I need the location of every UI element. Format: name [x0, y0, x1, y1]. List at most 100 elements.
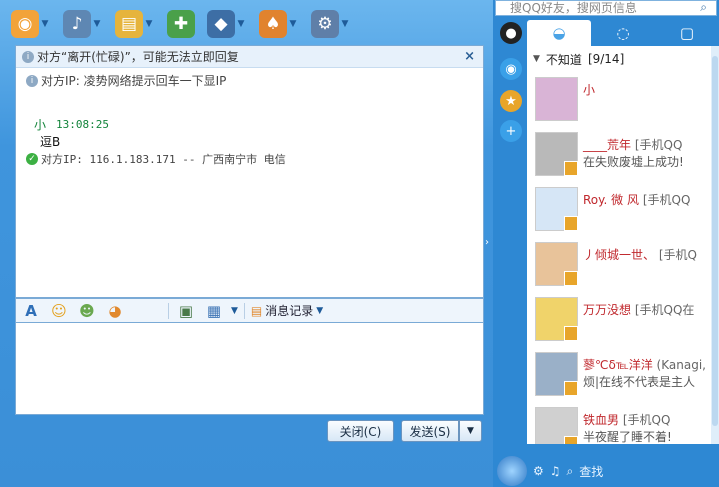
settings-icon: ⚙ [311, 10, 339, 38]
find-button[interactable]: 查找 [579, 463, 603, 480]
list-item[interactable]: ____荒年 [手机QQ 在失败废墟上成功! [527, 127, 711, 182]
message-input[interactable] [15, 322, 484, 415]
search-icon[interactable]: ⌕ [567, 464, 574, 479]
friend-signature: 烦|在线不代表是主人 [583, 375, 696, 389]
ip-result-text: 对方IP: 116.1.183.171 -- 广西南宁市 电信 [41, 153, 286, 166]
contact-list[interactable]: ▼ 不知道 [9/14] 小 ____荒年 [手机QQ 在失败废墟上成功! Ro… [527, 46, 711, 444]
chat-window: ◉ ▼ ♪ ▼ ▤ ▼ ✚ ◆ ▼ ♠ ▼ ⚙ ▼ i 对方“离开(忙碌)”，可能无法立即回… [0, 0, 493, 487]
font-icon[interactable]: A [20, 302, 42, 320]
magic-emoji-icon[interactable]: ☻ [76, 302, 98, 320]
add-icon[interactable]: + [500, 120, 522, 142]
search-icon[interactable]: ⌕ [700, 0, 707, 15]
chevron-down-icon[interactable]: ▼ [91, 19, 103, 29]
tab-recent[interactable]: ▢ [655, 20, 719, 46]
list-item[interactable]: 铁血男 [手机QQ 半夜醒了睡不着! [527, 402, 711, 444]
create-doc-button[interactable]: ✚ [164, 8, 198, 40]
message-body: 逗B [40, 135, 61, 149]
expand-panel-icon[interactable]: › [485, 237, 489, 248]
chevron-down-icon[interactable]: ▼ [235, 19, 247, 29]
chevron-down-icon: ▼ [316, 305, 324, 316]
teacher-icon: ◆ [207, 10, 235, 38]
webcam-button[interactable]: ◉ ▼ [8, 8, 54, 40]
group-count: [9/14] [587, 52, 625, 66]
list-item[interactable]: 蓼℃δ℡洋洋 (Kanagi, 烦|在线不代表是主人 [527, 347, 711, 402]
friend-nick: Roy. 微 风 [583, 193, 639, 207]
emoji-icon[interactable]: ☺ [48, 302, 70, 320]
friend-nick: 铁血男 [583, 413, 620, 427]
info-icon: i [22, 50, 34, 63]
send-button[interactable]: 发送(S) [401, 420, 459, 442]
chat-icon[interactable]: ◉ [500, 58, 522, 80]
friend-source: [手机QQ在 [634, 303, 695, 317]
microphone-icon: ♪ [63, 10, 91, 38]
search-input[interactable]: 搜QQ好友，搜网页信息 [495, 0, 717, 16]
mobile-badge-icon [564, 161, 578, 176]
chevron-down-icon[interactable]: ▼ [39, 19, 51, 29]
avatar [535, 407, 578, 444]
message-history[interactable]: i 对方“离开(忙碌)”，可能无法立即回复 × i 对方IP: 凌势网络提示回车… [15, 45, 484, 298]
history-label: 消息记录 [265, 304, 314, 318]
list-item[interactable]: 丿倾城一世、 [手机Q [527, 237, 711, 292]
friend-source: [手机Q [658, 248, 697, 262]
friend-name: 蓼℃δ℡洋洋 (Kanagi, [583, 356, 706, 373]
list-item[interactable]: 万万没想 [手机QQ在 [527, 292, 711, 347]
ip-hint-text: 对方IP: 凌势网络提示回车一下显IP [41, 74, 227, 88]
qq-main-panel: 搜QQ好友，搜网页信息 ⌕ ● ◉ ★ + ◒ ◌ ▢ ▼ 不知道 [9/14]… [493, 0, 719, 487]
list-item[interactable]: Roy. 微 风 [手机QQ [527, 182, 711, 237]
contact-scrollbar[interactable] [711, 46, 719, 444]
qzone-icon[interactable]: ★ [500, 90, 522, 112]
volume-icon[interactable]: ♫ [550, 464, 561, 478]
send-row: 关闭(C) 发送(S) ▼ [15, 420, 484, 444]
remote-assist-button[interactable]: ◆ ▼ [204, 8, 250, 40]
chevron-down-icon[interactable]: ▼ [287, 19, 299, 29]
group-header[interactable]: ▼ 不知道 [9/14] [527, 46, 711, 72]
notice-text: 对方“离开(忙碌)”，可能无法立即回复 [37, 50, 239, 64]
away-notice: i 对方“离开(忙碌)”，可能无法立即回复 × [16, 46, 483, 68]
avatar [535, 132, 578, 176]
bottom-bar: ⚙ ♫ ⌕ 查找 [493, 455, 719, 487]
shake-icon[interactable]: ◕ [104, 302, 126, 320]
tab-groups[interactable]: ◌ [591, 20, 655, 46]
avatar [535, 352, 578, 396]
file-transfer-button[interactable]: ▤ ▼ [112, 8, 158, 40]
image-icon[interactable]: ▣ [175, 302, 197, 320]
message-history-button[interactable]: ▤ 消息记录 ▼ [251, 302, 323, 319]
chevron-down-icon[interactable]: ▼ [339, 19, 351, 29]
tab-contacts[interactable]: ◒ [527, 20, 591, 46]
group-name: 不知道 [545, 52, 582, 67]
mobile-badge-icon [564, 381, 578, 396]
check-icon: ✓ [26, 153, 38, 165]
message-sender: 小 [34, 118, 47, 132]
friend-nick: ____荒年 [583, 138, 632, 152]
friend-name: 万万没想 [手机QQ在 [583, 301, 694, 318]
webcam-icon: ◉ [11, 10, 39, 38]
screenshot-icon[interactable]: ▦ [203, 302, 225, 320]
divider [243, 302, 245, 319]
side-bar: ● ◉ ★ + [495, 18, 527, 450]
main-menu-icon[interactable] [497, 456, 527, 486]
close-button[interactable]: 关闭(C) [327, 420, 394, 442]
chevron-down-icon[interactable]: ▼ [231, 306, 238, 316]
send-options-button[interactable]: ▼ [459, 420, 482, 442]
friend-source: [手机QQ [642, 193, 691, 207]
message-time: 13:08:25 [56, 118, 109, 131]
contact-tabs: ◒ ◌ ▢ [527, 20, 719, 46]
friend-source: [手机QQ [622, 413, 671, 427]
history-icon: ▤ [250, 303, 263, 318]
ip-hint-line: i 对方IP: 凌势网络提示回车一下显IP [26, 72, 226, 89]
settings-icon[interactable]: ⚙ [533, 464, 544, 478]
scrollbar-thumb[interactable] [712, 56, 718, 426]
close-icon[interactable]: × [464, 49, 475, 64]
friend-name: 铁血男 [手机QQ [583, 411, 670, 428]
mobile-badge-icon [564, 326, 578, 341]
apps-button[interactable]: ♠ ▼ [256, 8, 302, 40]
friend-name: ____荒年 [手机QQ [583, 136, 682, 153]
chevron-down-icon[interactable]: ▼ [143, 19, 155, 29]
qq-penguin-icon[interactable]: ● [500, 22, 522, 44]
settings-button[interactable]: ⚙ ▼ [308, 8, 354, 40]
list-item[interactable]: 小 [527, 72, 711, 127]
voice-button[interactable]: ♪ ▼ [60, 8, 106, 40]
ip-result-line: ✓ 对方IP: 116.1.183.171 -- 广西南宁市 电信 [26, 151, 286, 167]
doc-add-icon: ✚ [167, 10, 195, 38]
friend-signature: 在失败废墟上成功! [583, 155, 684, 169]
